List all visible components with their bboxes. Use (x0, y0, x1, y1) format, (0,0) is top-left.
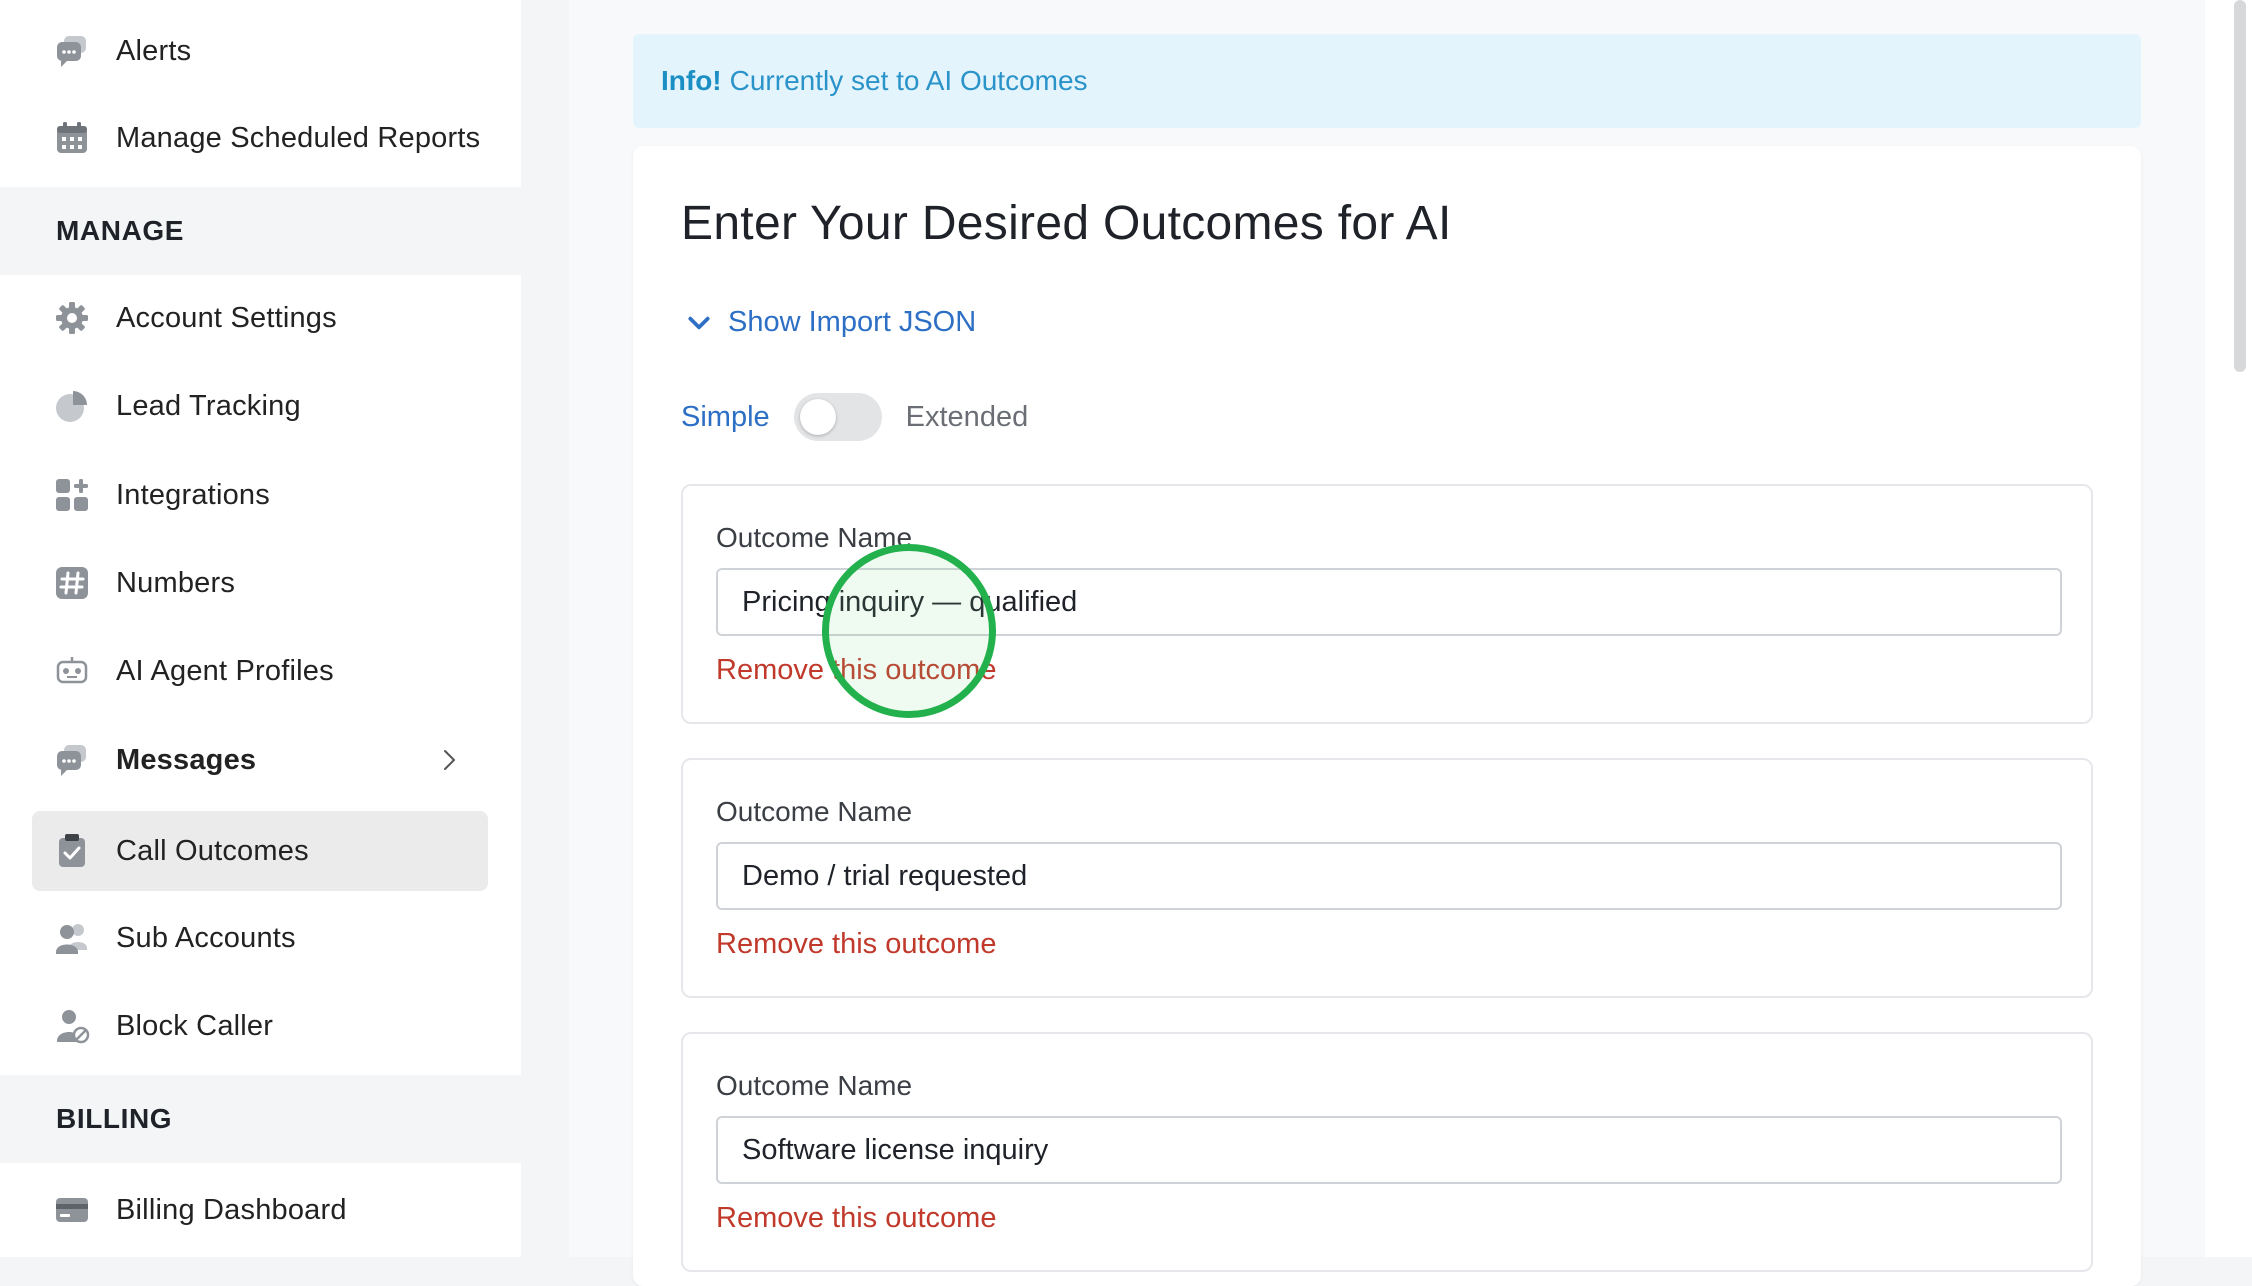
section-header-label: MANAGE (56, 215, 185, 246)
sidebar-item-label: Lead Tracking (116, 389, 301, 422)
grid-plus-icon (52, 475, 92, 515)
info-alert: Info! Currently set to AI Outcomes (633, 34, 2141, 128)
sidebar-item-manage-scheduled-reports[interactable]: Manage Scheduled Reports (0, 98, 521, 178)
sidebar-item-call-outcomes[interactable]: Call Outcomes (32, 811, 488, 891)
chevron-down-icon (688, 316, 710, 329)
section-header-billing: BILLING (0, 1075, 521, 1163)
section-header-manage: MANAGE (0, 187, 521, 275)
pie-chart-icon (52, 386, 92, 426)
info-alert-label: Info! (661, 65, 722, 96)
sidebar-item-sub-accounts[interactable]: Sub Accounts (0, 898, 521, 978)
sidebar-item-label: Sub Accounts (116, 921, 296, 954)
outcome-name-label: Outcome Name (716, 796, 913, 827)
outcome-item: Outcome Name Remove this outcome (681, 1032, 2093, 1272)
sidebar-item-label: Numbers (116, 566, 236, 599)
users-icon (52, 918, 92, 958)
sidebar-item-lead-tracking[interactable]: Lead Tracking (0, 366, 521, 446)
chat-bubble-icon (52, 740, 92, 780)
credit-card-icon (52, 1190, 92, 1230)
sidebar-item-label: Account Settings (116, 301, 337, 334)
sidebar-item-label: Integrations (116, 478, 270, 511)
section-header-label: BILLING (56, 1103, 173, 1134)
outcome-name-label: Outcome Name (716, 1070, 913, 1101)
mode-extended-label: Extended (905, 400, 1029, 433)
outcome-name-input[interactable] (716, 1116, 2062, 1184)
outcome-item: Outcome Name Remove this outcome (681, 484, 2093, 724)
sidebar-item-label: Call Outcomes (116, 834, 309, 867)
remove-outcome-link[interactable]: Remove this outcome (716, 1202, 996, 1235)
sidebar-item-label: Block Caller (116, 1009, 274, 1042)
remove-outcome-link[interactable]: Remove this outcome (716, 654, 996, 687)
outcome-name-input[interactable] (716, 568, 2062, 636)
gear-icon (52, 298, 92, 338)
sidebar-item-label: Messages (116, 743, 257, 776)
calendar-icon (52, 118, 92, 158)
mode-toggle-switch[interactable] (793, 393, 882, 441)
mode-switch-row: Simple Extended (681, 392, 1028, 442)
outcome-name-input[interactable] (716, 842, 2062, 910)
sidebar-item-integrations[interactable]: Integrations (0, 455, 521, 535)
sidebar-item-account-settings[interactable]: Account Settings (0, 278, 521, 358)
hash-icon (52, 563, 92, 603)
sidebar: Alerts Manage Scheduled Reports MANAGE A… (0, 0, 521, 1257)
sidebar-item-numbers[interactable]: Numbers (0, 543, 521, 623)
sidebar-item-alerts[interactable]: Alerts (0, 11, 521, 91)
outcome-item: Outcome Name Remove this outcome (681, 758, 2093, 998)
sidebar-item-label: Billing Dashboard (116, 1193, 347, 1226)
sidebar-item-label: Manage Scheduled Reports (116, 121, 481, 154)
show-import-json-label: Show Import JSON (728, 306, 977, 338)
scrollbar-thumb[interactable] (2234, 0, 2246, 372)
sidebar-item-ai-agent-profiles[interactable]: AI Agent Profiles (0, 631, 521, 711)
user-block-icon (52, 1006, 92, 1046)
info-alert-message: Currently set to AI Outcomes (729, 65, 1088, 96)
sidebar-item-label: AI Agent Profiles (116, 654, 334, 687)
page-title: Enter Your Desired Outcomes for AI (681, 197, 1452, 250)
robot-icon (52, 651, 92, 691)
toggle-knob (799, 399, 836, 435)
chevron-right-icon[interactable] (437, 748, 461, 772)
sidebar-item-billing-dashboard[interactable]: Billing Dashboard (0, 1170, 521, 1250)
chat-bubble-icon (52, 31, 92, 71)
clipboard-check-icon (52, 831, 92, 871)
content-gutter (521, 0, 569, 1257)
outcome-name-label: Outcome Name (716, 522, 913, 553)
sidebar-item-messages[interactable]: Messages (0, 720, 521, 800)
sidebar-item-label: Alerts (116, 34, 192, 67)
remove-outcome-link[interactable]: Remove this outcome (716, 928, 996, 961)
show-import-json-toggle[interactable]: Show Import JSON (686, 306, 976, 339)
sidebar-item-block-caller[interactable]: Block Caller (0, 986, 521, 1066)
mode-simple-label: Simple (681, 400, 770, 433)
